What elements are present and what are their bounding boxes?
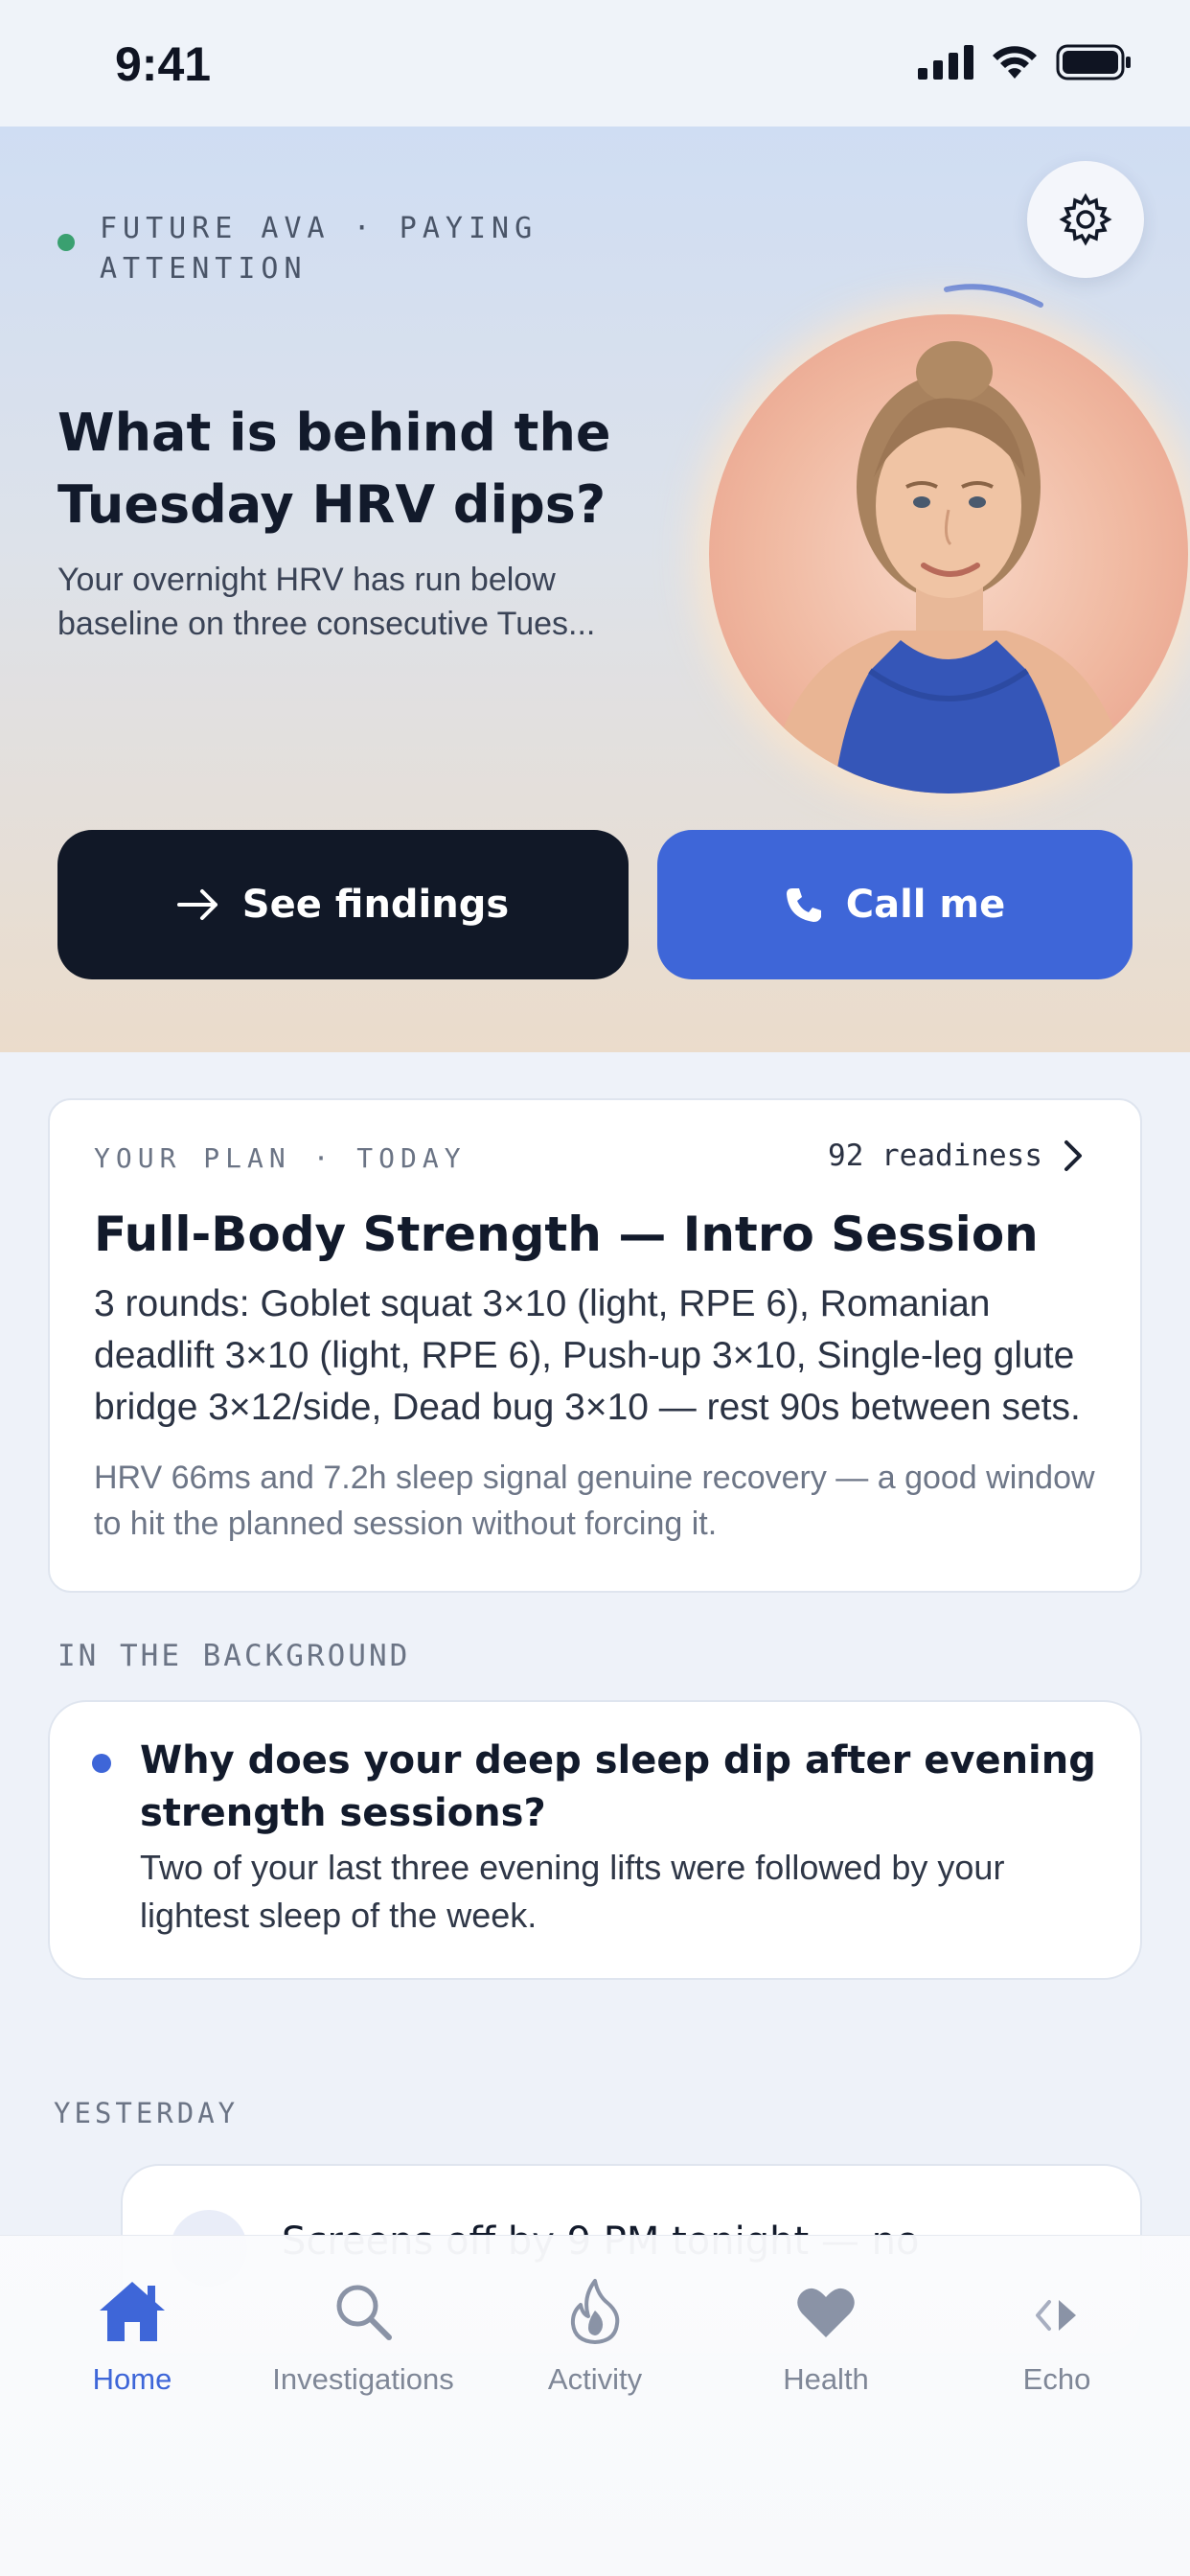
background-investigation-card[interactable]: Why does your deep sleep dip after eveni…	[48, 1700, 1142, 1980]
status-time: 9:41	[115, 37, 212, 91]
arrow-right-icon	[176, 889, 217, 920]
hero-title: What is behind the Tuesday HRV dips?	[57, 402, 611, 535]
status-icons	[918, 44, 1133, 80]
call-me-label: Call me	[845, 883, 1006, 927]
hero-subtitle[interactable]: Your overnight HRV has run below baselin…	[57, 558, 671, 646]
see-findings-label: See findings	[241, 883, 510, 927]
investigation-title: Why does your deep sleep dip after eveni…	[140, 1738, 1096, 1835]
presence-label: FUTURE AVA · PAYING ATTENTION	[100, 212, 538, 286]
wifi-icon	[993, 46, 1037, 79]
section-label-yesterday: YESTERDAY	[54, 2097, 240, 2129]
cellular-signal-icon	[918, 45, 973, 80]
tab-activity-label: Activity	[547, 2362, 643, 2396]
status-dot	[92, 1754, 111, 1773]
presence-dot	[57, 234, 75, 251]
see-findings-button[interactable]: See findings	[57, 830, 629, 979]
status-bar: 9:41	[0, 0, 1190, 126]
tab-activity[interactable]: Activity	[480, 2268, 710, 2397]
heart-icon	[797, 2288, 855, 2337]
tab-investigations-label: Investigations	[272, 2362, 454, 2396]
investigation-body: Two of your last three evening lifts wer…	[140, 1848, 1005, 1935]
ava-portrait-image	[767, 341, 1131, 794]
call-me-button[interactable]: Call me	[657, 830, 1133, 979]
plan-title: Full-Body Strength — Intro Session	[94, 1207, 1039, 1262]
tab-bar: Home Investigations Activity Health Echo	[0, 2235, 1190, 2576]
home-icon	[100, 2282, 165, 2341]
tab-health[interactable]: Health	[711, 2268, 941, 2397]
section-label-background: IN THE BACKGROUND	[57, 1639, 411, 1673]
tab-home-label: Home	[92, 2362, 172, 2396]
tab-echo[interactable]: Echo	[942, 2268, 1172, 2397]
orbit-arc	[944, 284, 1043, 308]
plan-card[interactable]: YOUR PLAN · TODAY 92 readiness Full-Body…	[48, 1098, 1142, 1593]
phone-icon	[786, 888, 821, 922]
tab-home[interactable]: Home	[17, 2268, 247, 2397]
echo-icon	[1036, 2300, 1076, 2331]
readiness-score: 92 readiness	[828, 1138, 1042, 1173]
hero-section: FUTURE AVA · PAYING ATTENTION What is be…	[0, 126, 1190, 1052]
chevron-right-icon	[1064, 1140, 1082, 1171]
tab-health-label: Health	[783, 2362, 869, 2396]
settings-button[interactable]	[1027, 161, 1144, 278]
plan-note: HRV 66ms and 7.2h sleep signal genuine r…	[94, 1460, 1095, 1542]
battery-icon	[1056, 44, 1131, 80]
gear-icon	[1059, 193, 1112, 246]
presence-indicator: FUTURE AVA · PAYING ATTENTION	[57, 209, 579, 289]
plan-body: 3 rounds: Goblet squat 3×10 (light, RPE …	[94, 1283, 1081, 1428]
readiness-link[interactable]: 92 readiness	[828, 1138, 1083, 1173]
tab-investigations[interactable]: Investigations	[248, 2268, 478, 2397]
flame-icon	[570, 2279, 620, 2344]
tab-echo-label: Echo	[1022, 2362, 1091, 2396]
plan-eyebrow: YOUR PLAN · TODAY	[94, 1142, 467, 1174]
ava-avatar[interactable]	[709, 314, 1188, 794]
search-icon	[336, 2285, 392, 2340]
